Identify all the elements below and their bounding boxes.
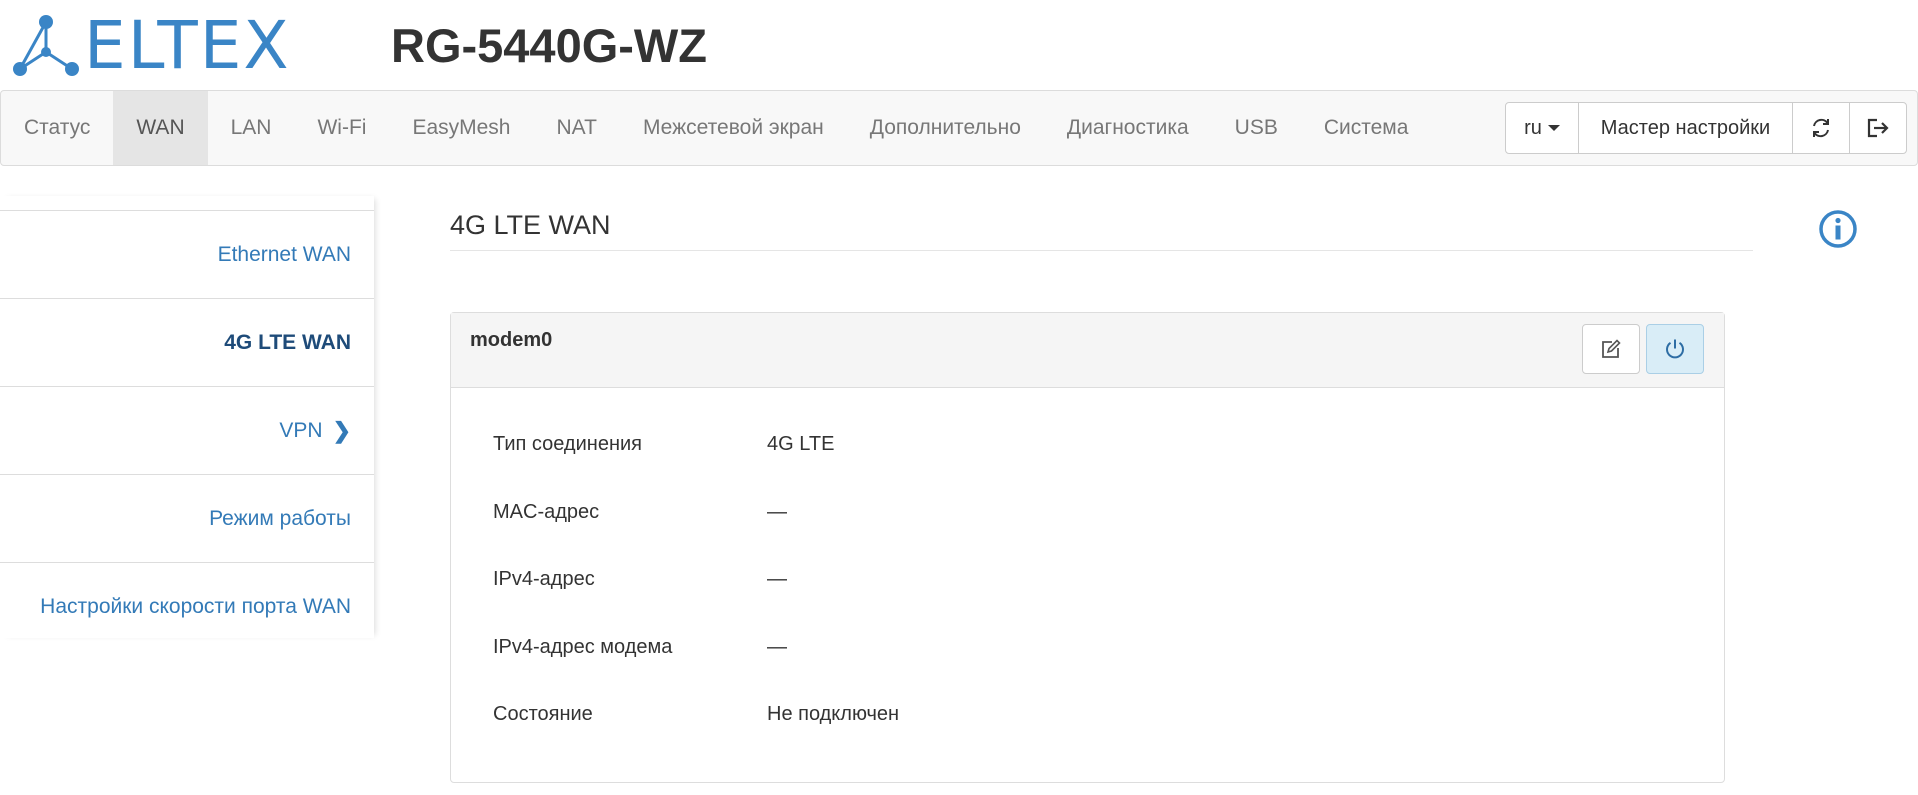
row-value: — (767, 636, 787, 658)
row-label: IPv4-адрес модема (493, 636, 673, 658)
sidebar-item-4g-lte-wan[interactable]: 4G LTE WAN (0, 298, 374, 386)
nav-item-wan[interactable]: WAN (113, 91, 208, 165)
sidebar-item-label: Режим работы (209, 506, 351, 530)
nav-item-usb[interactable]: USB (1212, 91, 1301, 165)
edit-button[interactable] (1582, 324, 1640, 374)
sidebar-item-operation-mode[interactable]: Режим работы (0, 474, 374, 562)
logout-button[interactable] (1849, 102, 1907, 154)
row-label: Тип соединения (493, 433, 642, 455)
logo-text: ELTEX (84, 7, 291, 84)
setup-wizard-button[interactable]: Мастер настройки (1578, 102, 1793, 154)
sidebar-item-label: 4G LTE WAN (224, 330, 351, 354)
edit-icon (1602, 339, 1621, 358)
nav-item-firewall[interactable]: Межсетевой экран (620, 91, 847, 165)
nav-item-system[interactable]: Система (1301, 91, 1432, 165)
nav-actions: ru Мастер настройки (1505, 102, 1907, 154)
language-value: ru (1524, 116, 1542, 139)
row-value: Не подключен (767, 703, 900, 725)
eltex-logo[interactable]: ELTEX (12, 7, 291, 84)
chevron-right-icon: ❯ (332, 417, 351, 443)
header: ELTEX RG-5440G-WZ (0, 0, 1918, 90)
panel-title: modem0 (470, 329, 553, 351)
sidebar-item-label: VPN (279, 418, 323, 442)
nav-item-nat[interactable]: NAT (534, 91, 620, 165)
sidebar-item-ethernet-wan[interactable]: Ethernet WAN (0, 210, 374, 298)
device-model: RG-5440G-WZ (391, 19, 707, 72)
language-dropdown[interactable]: ru (1505, 102, 1579, 154)
power-icon (1666, 339, 1684, 359)
row-value: 4G LTE (767, 433, 835, 455)
main-nav: Статус WAN LAN Wi-Fi EasyMesh NAT Межсет… (1, 91, 1431, 165)
top-navbar: Статус WAN LAN Wi-Fi EasyMesh NAT Межсет… (0, 90, 1918, 166)
nav-item-advanced[interactable]: Дополнительно (847, 91, 1044, 165)
power-button[interactable] (1646, 324, 1704, 374)
logout-icon (1867, 118, 1889, 138)
row-label: MAC-адрес (493, 501, 600, 523)
sidebar-item-label: Настройки скорости порта WAN (40, 594, 351, 618)
info-button[interactable] (1818, 209, 1858, 249)
row-value: — (767, 568, 787, 590)
refresh-icon (1813, 118, 1829, 138)
sidebar-item-wan-port-speed[interactable]: Настройки скорости порта WAN (0, 562, 374, 650)
logo-mark-icon (13, 15, 79, 76)
info-icon (1819, 210, 1857, 248)
nav-item-easymesh[interactable]: EasyMesh (389, 91, 533, 165)
panel-header: modem0 (451, 313, 1724, 388)
row-label: Состояние (493, 703, 593, 725)
nav-item-status[interactable]: Статус (1, 91, 113, 165)
nav-item-lan[interactable]: LAN (208, 91, 295, 165)
sidebar-item-vpn[interactable]: VPN ❯ (0, 386, 374, 474)
refresh-button[interactable] (1792, 102, 1850, 154)
sidebar: Ethernet WAN 4G LTE WAN VPN ❯ Режим рабо… (0, 196, 374, 638)
row-value: — (767, 501, 787, 523)
nav-item-wifi[interactable]: Wi-Fi (294, 91, 389, 165)
row-label: IPv4-адрес (493, 568, 595, 590)
modem-panel: modem0 Тип соединения 4G LTE MAC-адрес —… (450, 312, 1725, 783)
nav-item-diagnostics[interactable]: Диагностика (1044, 91, 1212, 165)
caret-down-icon (1547, 125, 1560, 131)
sidebar-item-label: Ethernet WAN (217, 242, 351, 266)
page-title: 4G LTE WAN (450, 210, 1753, 251)
